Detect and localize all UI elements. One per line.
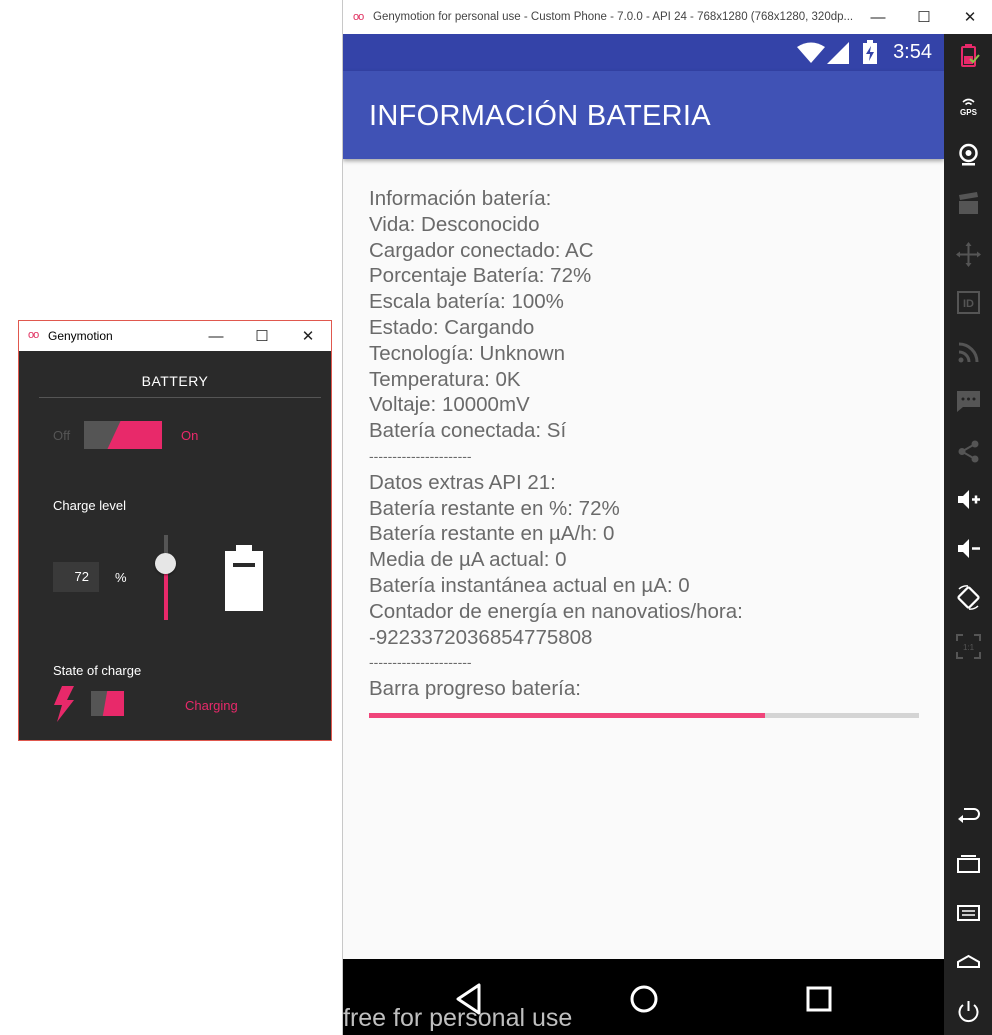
battery-window-title: Genymotion (48, 329, 113, 343)
rss-icon[interactable] (956, 340, 981, 365)
lightning-bolt-icon (54, 686, 74, 722)
android-screen: 3:54 INFORMACIÓN BATERIA Información bat… (343, 34, 944, 1035)
state-of-charge-label: State of charge (53, 663, 142, 678)
genymotion-toolbar: GPS ID 1:1 (944, 34, 992, 1035)
info-line: Cargador conectado: AC (369, 238, 594, 262)
power-icon[interactable] (956, 999, 981, 1024)
watermark: free for personal use (343, 1004, 573, 1032)
charge-slider-handle[interactable] (155, 553, 176, 574)
info-line: Temperatura: 0K (369, 367, 521, 391)
info-line: Tecnología: Unknown (369, 341, 566, 365)
recent-apps-icon[interactable] (956, 851, 981, 876)
info-line: Información batería: (369, 187, 552, 210)
id-icon[interactable]: ID (956, 290, 981, 315)
pixel-ratio-label: 1:1 (963, 643, 975, 652)
info-line: Voltaje: 10000mV (369, 393, 530, 417)
maximize-button[interactable]: ☐ (239, 321, 285, 351)
info-line: Estado: Cargando (369, 315, 535, 339)
id-label: ID (963, 298, 974, 310)
pixel-ratio-icon[interactable]: 1:1 (956, 634, 981, 659)
battery-window-titlebar[interactable]: oo Genymotion — ☐ ✕ (19, 321, 331, 351)
volume-down-icon[interactable] (956, 536, 981, 561)
signal-icon (827, 42, 849, 64)
charging-status: Charging (185, 698, 238, 713)
info-line: -9223372036854775808 (369, 625, 593, 649)
app-bar: INFORMACIÓN BATERIA (343, 71, 944, 159)
info-line: Contador de energía en nanovatios/hora: (369, 599, 743, 623)
genymotion-logo-icon: oo (353, 11, 364, 23)
back-icon[interactable] (956, 802, 981, 827)
switch-on-label: On (181, 428, 199, 443)
genymotion-logo-icon: oo (28, 329, 39, 341)
divider (39, 397, 321, 398)
info-line: Escala batería: 100% (369, 290, 564, 314)
info-line: Porcentaje Batería: 72% (369, 264, 592, 288)
battery-heading: BATTERY (141, 373, 209, 389)
separator-line: ---------------------- (369, 654, 472, 671)
battery-progress-bar (369, 713, 919, 718)
battery-window: oo Genymotion — ☐ ✕ BATTERY Off On Charg… (18, 320, 332, 741)
phone-window: oo Genymotion for personal use - Custom … (342, 0, 992, 1035)
clapperboard-icon[interactable] (956, 191, 981, 216)
charge-level-input[interactable]: 72 (53, 562, 99, 592)
home-circle-icon[interactable] (624, 979, 664, 1019)
maximize-button[interactable]: ☐ (901, 2, 947, 32)
battery-progress-fill (369, 713, 765, 718)
info-line: Batería instantánea actual en µA: 0 (369, 573, 690, 597)
phone-window-titlebar[interactable]: oo Genymotion for personal use - Custom … (343, 0, 992, 34)
share-icon[interactable] (956, 439, 981, 464)
battery-icon (225, 545, 263, 611)
rotate-icon[interactable] (956, 585, 981, 610)
battery-switch[interactable] (84, 421, 162, 449)
status-bar: 3:54 (343, 34, 944, 71)
wifi-icon (797, 42, 825, 63)
sms-icon[interactable] (956, 389, 981, 414)
switch-on-fill (107, 421, 162, 449)
info-line: Barra progreso batería: (369, 677, 581, 701)
close-button[interactable]: ✕ (285, 321, 331, 351)
battery-icon[interactable] (956, 43, 981, 68)
battery-charging-icon (863, 40, 877, 64)
phone-window-title: Genymotion for personal use - Custom Pho… (373, 11, 854, 23)
battery-info-list: Información batería: Vida: Desconocido C… (369, 186, 743, 702)
info-line: Media de µA actual: 0 (369, 548, 567, 572)
gps-icon[interactable]: GPS (956, 94, 981, 119)
camera-icon[interactable] (956, 142, 981, 167)
info-line: Batería conectada: Sí (369, 419, 567, 443)
info-line: Vida: Desconocido (369, 212, 540, 236)
battery-panel: BATTERY Off On Charge level 72 % State o… (19, 351, 331, 740)
charge-level-label: Charge level (53, 498, 126, 513)
volume-up-icon[interactable] (956, 487, 981, 512)
close-button[interactable]: ✕ (947, 2, 992, 32)
separator-line: ---------------------- (369, 447, 472, 464)
info-line: Batería restante en %: 72% (369, 496, 620, 520)
move-icon[interactable] (956, 242, 981, 267)
gps-label: GPS (960, 108, 978, 117)
switch-off-label: Off (53, 428, 71, 443)
minimize-button[interactable]: — (193, 321, 239, 351)
minimize-button[interactable]: — (855, 2, 901, 32)
charge-state-toggle[interactable] (91, 691, 124, 716)
recents-square-icon[interactable] (799, 979, 839, 1019)
status-clock: 3:54 (893, 41, 932, 63)
app-title: INFORMACIÓN BATERIA (369, 100, 711, 132)
percent-unit: % (115, 570, 127, 585)
info-line: Batería restante en µA/h: 0 (369, 522, 615, 546)
charge-state-fill (102, 691, 124, 716)
info-line: Datos extras API 21: (369, 470, 556, 494)
menu-icon[interactable] (956, 900, 981, 925)
home-icon[interactable] (956, 949, 981, 974)
